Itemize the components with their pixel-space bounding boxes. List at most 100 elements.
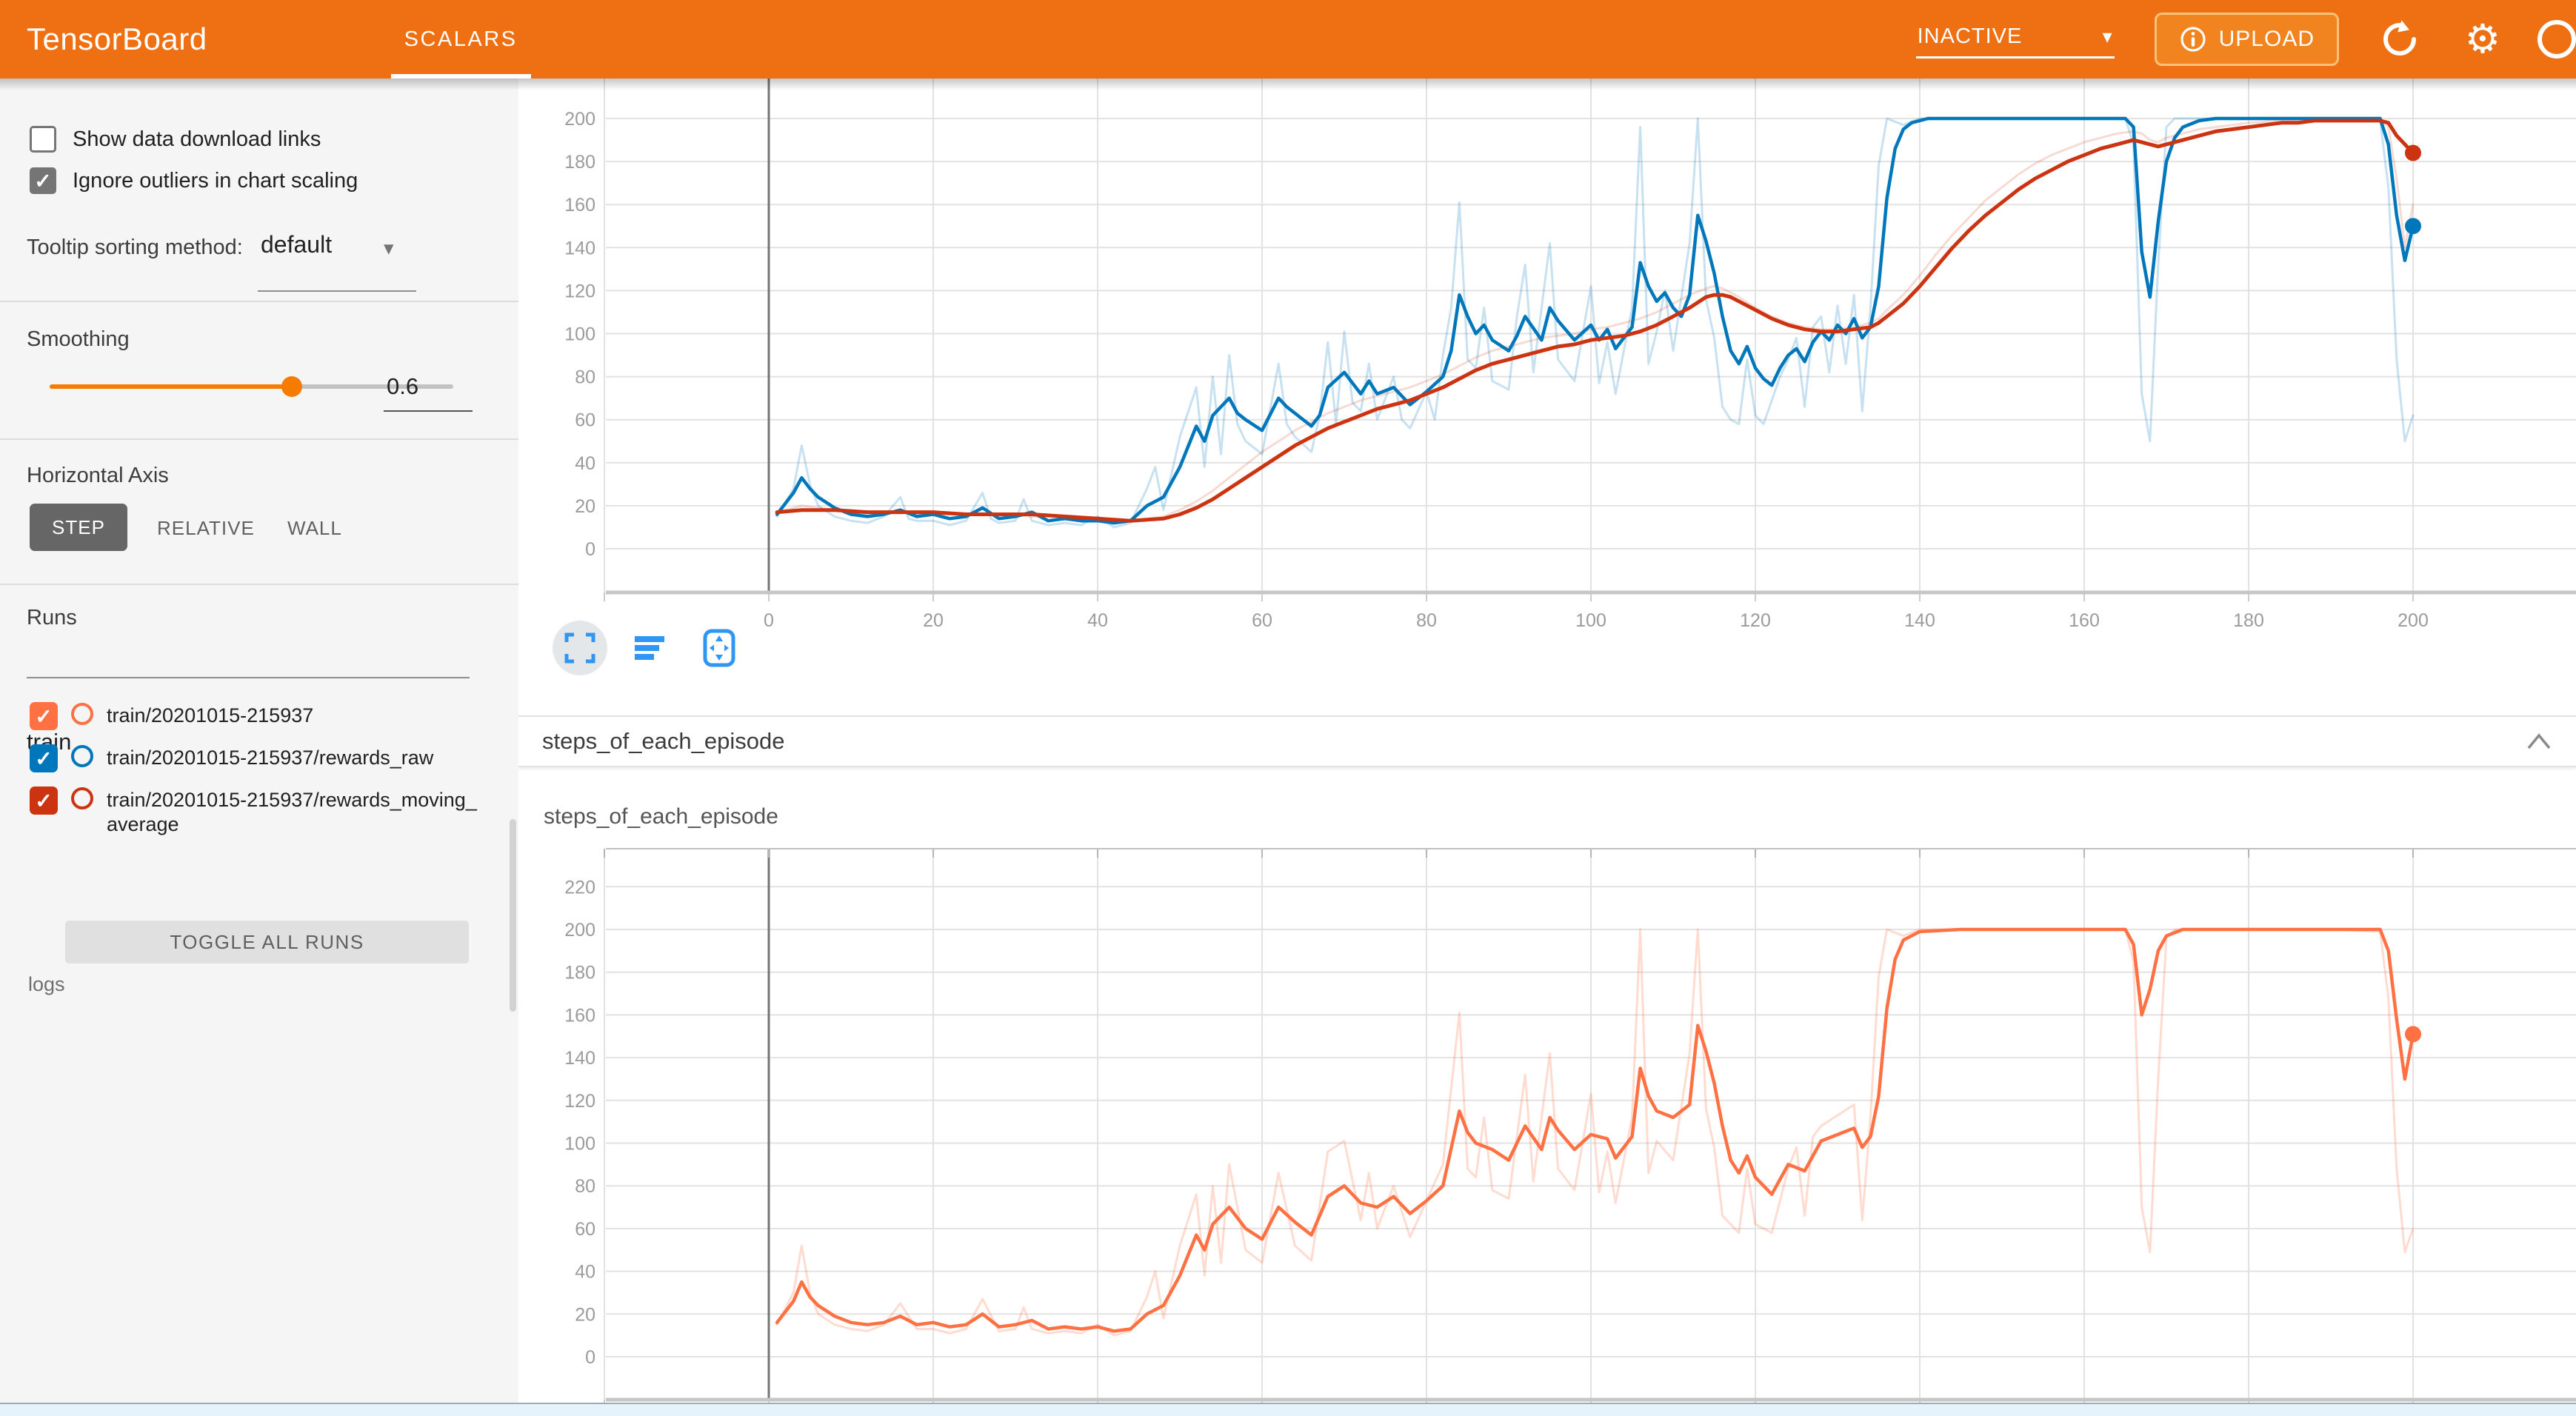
smoothing-value-input[interactable]: 0.6 [384,373,473,400]
axis-mode-wall[interactable]: WALL [287,517,342,540]
chevron-down-icon: ▾ [2103,25,2113,48]
svg-text:160: 160 [564,1005,595,1026]
info-icon [2179,25,2207,53]
rewards-chart-card: 0204060801001201401601802000204060801001… [518,79,2576,714]
run-row: ✓ train/20201015-215937/rewards_moving_a… [30,787,481,837]
smoothing-label: Smoothing [27,327,130,352]
svg-text:160: 160 [2069,610,2100,631]
svg-text:0: 0 [764,610,774,631]
run-label: train/20201015-215937/rewards_raw [107,746,481,770]
svg-text:140: 140 [564,238,595,258]
sidebar-scrollbar[interactable] [510,819,516,1012]
tab-scalars[interactable]: SCALARS [398,0,524,79]
divider [0,584,518,585]
axis-mode-step[interactable]: STEP [30,504,127,551]
app-header: TensorBoard SCALARS INACTIVE ▾ UPLOAD [0,0,2576,79]
ignore-outliers-row: ✓ Ignore outliers in chart scaling [30,167,358,194]
svg-text:60: 60 [1252,610,1272,631]
run-label: train/20201015-215937 [107,704,481,728]
slider-thumb[interactable] [281,376,302,397]
svg-text:180: 180 [564,152,595,173]
steps-chart-card: steps_of_each_episode 020406080100120140… [518,770,2576,1404]
svg-text:180: 180 [2233,610,2264,631]
svg-text:180: 180 [564,963,595,983]
run-row: ✓ train/20201015-215937 [30,702,481,730]
runs-label: Runs [27,606,77,630]
run-row: ✓ train/20201015-215937/rewards_raw [30,744,481,772]
show-download-links-row: Show data download links [30,126,321,153]
checkbox-checked[interactable]: ✓ [30,167,56,194]
settings-button[interactable]: ⚙ [2460,17,2505,61]
tab-scalars-label: SCALARS [404,27,518,52]
svg-text:220: 220 [564,877,595,898]
run-checkbox-orange[interactable]: ✓ [30,702,58,730]
app-title: TensorBoard [27,21,207,57]
run-color-circle[interactable] [71,703,93,725]
svg-text:100: 100 [564,324,595,345]
checkbox-unchecked[interactable] [30,126,56,153]
svg-text:120: 120 [1740,610,1771,631]
section-header-steps[interactable]: steps_of_each_episode [518,715,2576,767]
svg-text:20: 20 [575,1304,595,1325]
svg-text:140: 140 [564,1048,595,1069]
axis-mode-relative[interactable]: RELATIVE [157,517,255,540]
toggle-y-axis-button[interactable] [622,621,677,675]
upload-button[interactable]: UPLOAD [2155,13,2339,66]
main-content: 0204060801001201401601802000204060801001… [518,79,2576,1416]
header-actions: INACTIVE ▾ UPLOAD ⚙ [1916,13,2576,66]
svg-text:100: 100 [564,1134,595,1155]
rewards-chart[interactable]: 0204060801001201401601802000204060801001… [518,79,2576,714]
svg-text:120: 120 [564,281,595,301]
svg-text:40: 40 [575,1262,595,1283]
bottom-scrollbar-strip[interactable] [0,1403,2576,1416]
svg-text:20: 20 [923,610,944,631]
fit-data-icon [701,629,737,667]
run-checkbox-red[interactable]: ✓ [30,787,58,815]
slider-fill [50,384,292,389]
run-color-circle[interactable] [71,745,93,767]
gear-icon: ⚙ [2465,19,2500,59]
upload-label: UPLOAD [2219,27,2315,52]
bars-icon [633,632,666,664]
svg-text:140: 140 [1904,610,1935,631]
tensorboard-app: TensorBoard SCALARS INACTIVE ▾ UPLOAD [0,0,2576,1416]
expand-icon [564,632,596,664]
settings-sidebar: Show data download links ✓ Ignore outlie… [0,79,518,1416]
horizontal-axis-label: Horizontal Axis [27,464,169,488]
svg-text:20: 20 [575,496,595,517]
svg-text:80: 80 [575,367,595,388]
svg-text:80: 80 [1416,610,1437,631]
tooltip-sorting-select[interactable]: default [261,231,332,258]
svg-text:40: 40 [1087,610,1108,631]
refresh-icon [2380,20,2419,59]
refresh-button[interactable] [2378,17,2422,61]
svg-text:40: 40 [575,453,595,474]
svg-text:200: 200 [564,920,595,941]
svg-text:160: 160 [564,195,595,216]
tooltip-sorting-label: Tooltip sorting method: [27,236,243,260]
run-checkbox-blue[interactable]: ✓ [30,744,58,772]
chevron-down-icon: ▾ [384,237,394,260]
svg-text:60: 60 [575,1219,595,1240]
filter-underline [27,677,470,678]
svg-text:0: 0 [585,1347,595,1368]
chart-toolbar [553,621,747,675]
run-label: train/20201015-215937/rewards_moving_ave… [107,788,481,837]
svg-text:60: 60 [575,410,595,431]
fit-domain-button[interactable] [692,621,747,675]
tab-active-indicator [391,74,531,79]
status-label: INACTIVE [1918,24,2023,49]
steps-chart[interactable]: 020406080100120140160180200220 [518,770,2576,1404]
help-icon[interactable] [2537,20,2576,59]
svg-text:200: 200 [2398,610,2429,631]
chevron-up-icon[interactable] [2524,732,2554,751]
divider [0,301,518,302]
expand-chart-button[interactable] [553,621,607,675]
checkbox-label: Ignore outliers in chart scaling [73,169,358,193]
logs-label: logs [28,973,65,996]
select-underline [258,290,416,292]
status-dropdown[interactable]: INACTIVE ▾ [1916,20,2115,59]
toggle-all-runs-button[interactable]: TOGGLE ALL RUNS [65,921,469,964]
run-color-circle[interactable] [71,787,93,809]
svg-text:0: 0 [585,539,595,560]
